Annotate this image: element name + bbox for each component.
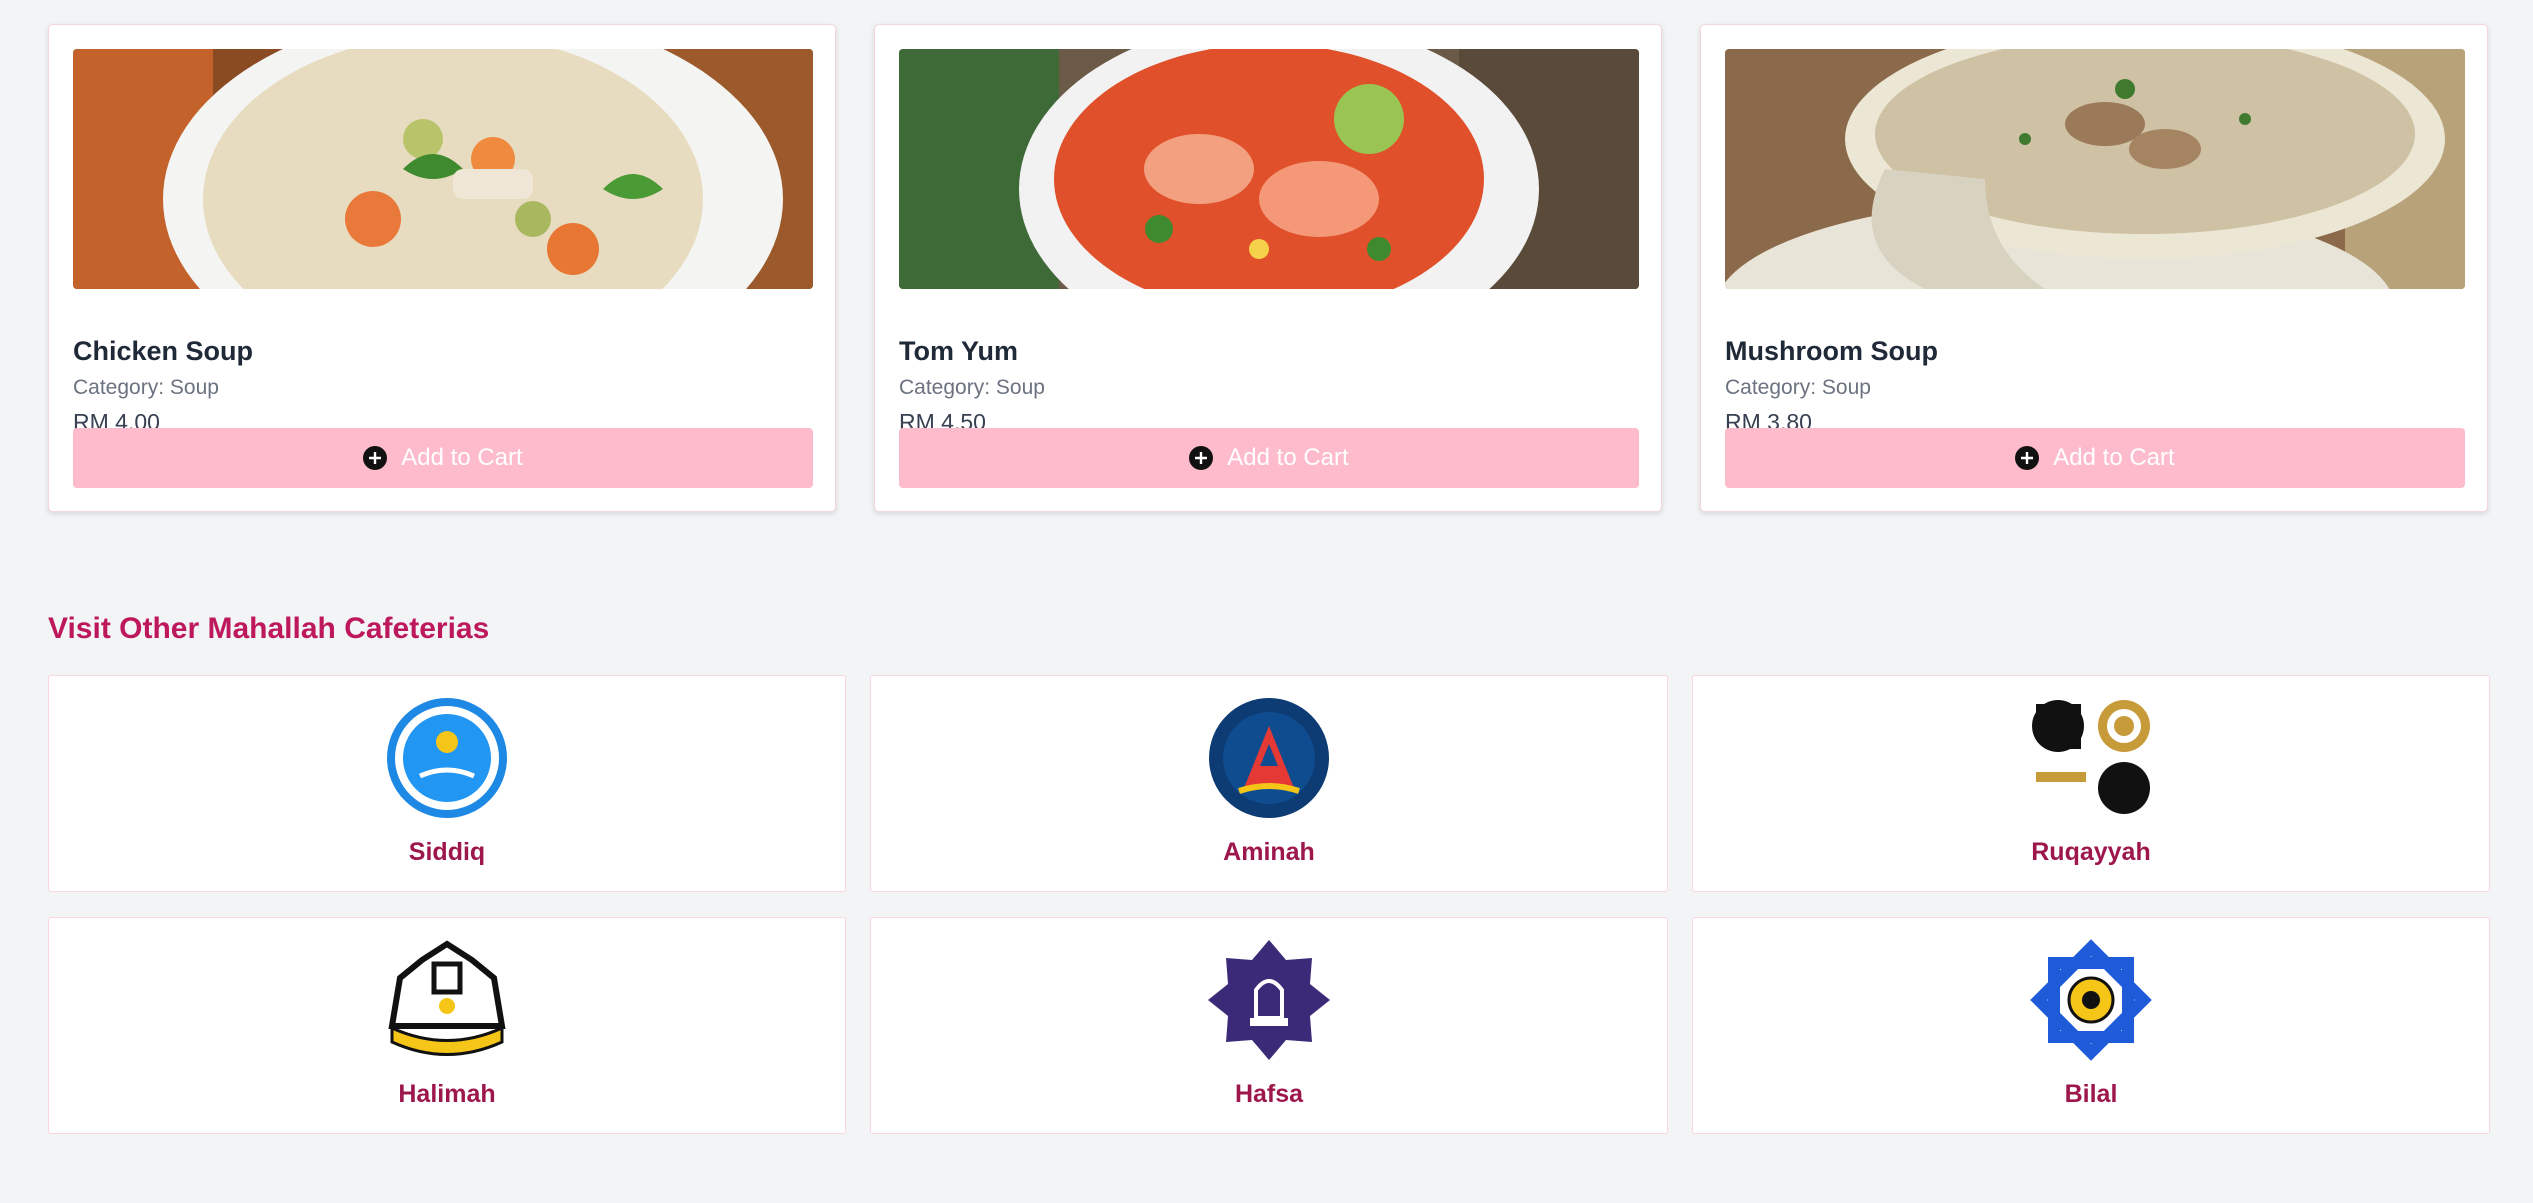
cafeteria-name: Ruqayyah <box>2031 838 2151 866</box>
cafeteria-card-bilal[interactable]: Bilal <box>1692 917 2490 1134</box>
plus-circle-icon <box>363 446 388 470</box>
cafeteria-name: Halimah <box>398 1080 496 1108</box>
cafeteria-name: Aminah <box>1223 838 1315 866</box>
cafeteria-card-hafsa[interactable]: Hafsa <box>870 917 1668 1134</box>
plus-circle-icon <box>1189 446 1214 470</box>
add-to-cart-button[interactable]: Add to Cart <box>1725 428 2465 488</box>
aminah-logo <box>1204 696 1334 820</box>
siddiq-logo <box>382 696 512 820</box>
add-to-cart-label: Add to Cart <box>401 444 523 471</box>
section-title: Visit Other Mahallah Cafeterias <box>48 612 490 645</box>
menu-card-mushroom-soup: Mushroom Soup Category: Soup RM 3.80 Add… <box>1700 24 2488 512</box>
cafeteria-name: Bilal <box>2064 1080 2118 1108</box>
cafeteria-card-aminah[interactable]: Aminah <box>870 675 1668 892</box>
add-to-cart-label: Add to Cart <box>2053 444 2175 471</box>
halimah-logo <box>382 938 512 1062</box>
plus-circle-icon <box>2015 446 2040 470</box>
item-name: Chicken Soup <box>73 336 254 366</box>
item-category: Category: Soup <box>1725 376 1871 399</box>
cafeteria-name: Siddiq <box>408 838 486 866</box>
add-to-cart-button[interactable]: Add to Cart <box>899 428 1639 488</box>
mushroom-soup-image <box>1725 49 2465 289</box>
menu-card-tom-yum: Tom Yum Category: Soup RM 4.50 Add to Ca… <box>874 24 1662 512</box>
add-to-cart-label: Add to Cart <box>1227 444 1349 471</box>
item-category: Category: Soup <box>899 376 1045 399</box>
chicken-soup-image <box>73 49 813 289</box>
cafeteria-name: Hafsa <box>1234 1080 1304 1108</box>
tom-yum-image <box>899 49 1639 289</box>
menu-card-chicken-soup: Chicken Soup Category: Soup RM 4.00 Add … <box>48 24 836 512</box>
item-category: Category: Soup <box>73 376 219 399</box>
item-name: Mushroom Soup <box>1725 336 1938 366</box>
cafeteria-card-halimah[interactable]: Halimah <box>48 917 846 1134</box>
bilal-logo <box>2026 938 2156 1062</box>
cafeteria-card-siddiq[interactable]: Siddiq <box>48 675 846 892</box>
item-name: Tom Yum <box>899 336 1019 366</box>
hafsa-logo <box>1204 938 1334 1062</box>
add-to-cart-button[interactable]: Add to Cart <box>73 428 813 488</box>
cafeteria-card-ruqayyah[interactable]: Ruqayyah <box>1692 675 2490 892</box>
ruqayyah-logo <box>2026 696 2156 820</box>
